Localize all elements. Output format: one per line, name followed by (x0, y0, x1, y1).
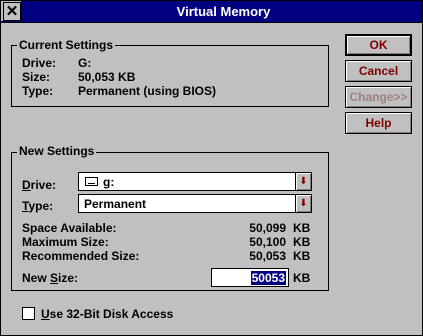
current-type-label: Type: (22, 84, 54, 98)
recommended-size-value: 50,053 (249, 249, 286, 263)
virtual-memory-dialog: ✕ Virtual Memory Current Settings Drive:… (0, 0, 423, 336)
maximum-size-unit: KB (293, 235, 311, 249)
space-available-unit: KB (293, 221, 311, 235)
recommended-size-label: Recommended Size: (22, 249, 140, 263)
type-dropdown-value: Permanent (84, 197, 147, 211)
new-size-label: New Size: (22, 271, 79, 285)
chevron-down-icon[interactable]: ⬇ (295, 195, 311, 212)
window-title: Virtual Memory (176, 4, 271, 19)
close-icon: ✕ (3, 2, 21, 21)
maximum-size-value: 50,100 (249, 235, 286, 249)
ok-button[interactable]: OK (345, 34, 412, 56)
maximum-size-label: Maximum Size: (22, 235, 109, 249)
current-size-value: 50,053 KB (78, 70, 136, 84)
space-available-value: 50,099 (249, 221, 286, 235)
recommended-size-unit: KB (293, 249, 311, 263)
current-settings-title: Current Settings (17, 38, 116, 52)
help-button[interactable]: Help (345, 112, 412, 134)
current-drive-value: G: (78, 56, 92, 70)
new-size-unit: KB (293, 271, 311, 285)
type-dropdown[interactable]: Permanent ⬇ (78, 194, 312, 213)
change-button[interactable]: Change>> (345, 86, 412, 108)
current-settings-group: Current Settings Drive: G: Size: 50,053 … (11, 38, 329, 107)
new-size-value: 50053 (250, 271, 286, 285)
new-settings-title: New Settings (17, 144, 97, 158)
drive-dropdown-value: g: (103, 175, 115, 189)
use-32bit-checkbox[interactable] (22, 307, 35, 320)
title-bar[interactable]: ✕ Virtual Memory (1, 1, 422, 23)
cancel-button[interactable]: Cancel (345, 60, 412, 82)
chevron-down-icon[interactable]: ⬇ (295, 173, 311, 190)
drive-dropdown[interactable]: g: ⬇ (78, 172, 312, 191)
drive-icon (85, 177, 98, 186)
current-size-label: Size: (22, 70, 51, 84)
system-menu-button[interactable]: ✕ (1, 1, 22, 21)
current-type-value: Permanent (using BIOS) (78, 84, 217, 98)
new-drive-label: Drive: (22, 178, 57, 192)
new-type-label: Type: (22, 199, 54, 213)
use-32bit-label[interactable]: Use 32-Bit Disk Access (41, 307, 173, 321)
current-drive-label: Drive: (22, 56, 57, 70)
space-available-label: Space Available: (22, 221, 117, 235)
new-size-input[interactable]: 50053 (211, 268, 289, 287)
